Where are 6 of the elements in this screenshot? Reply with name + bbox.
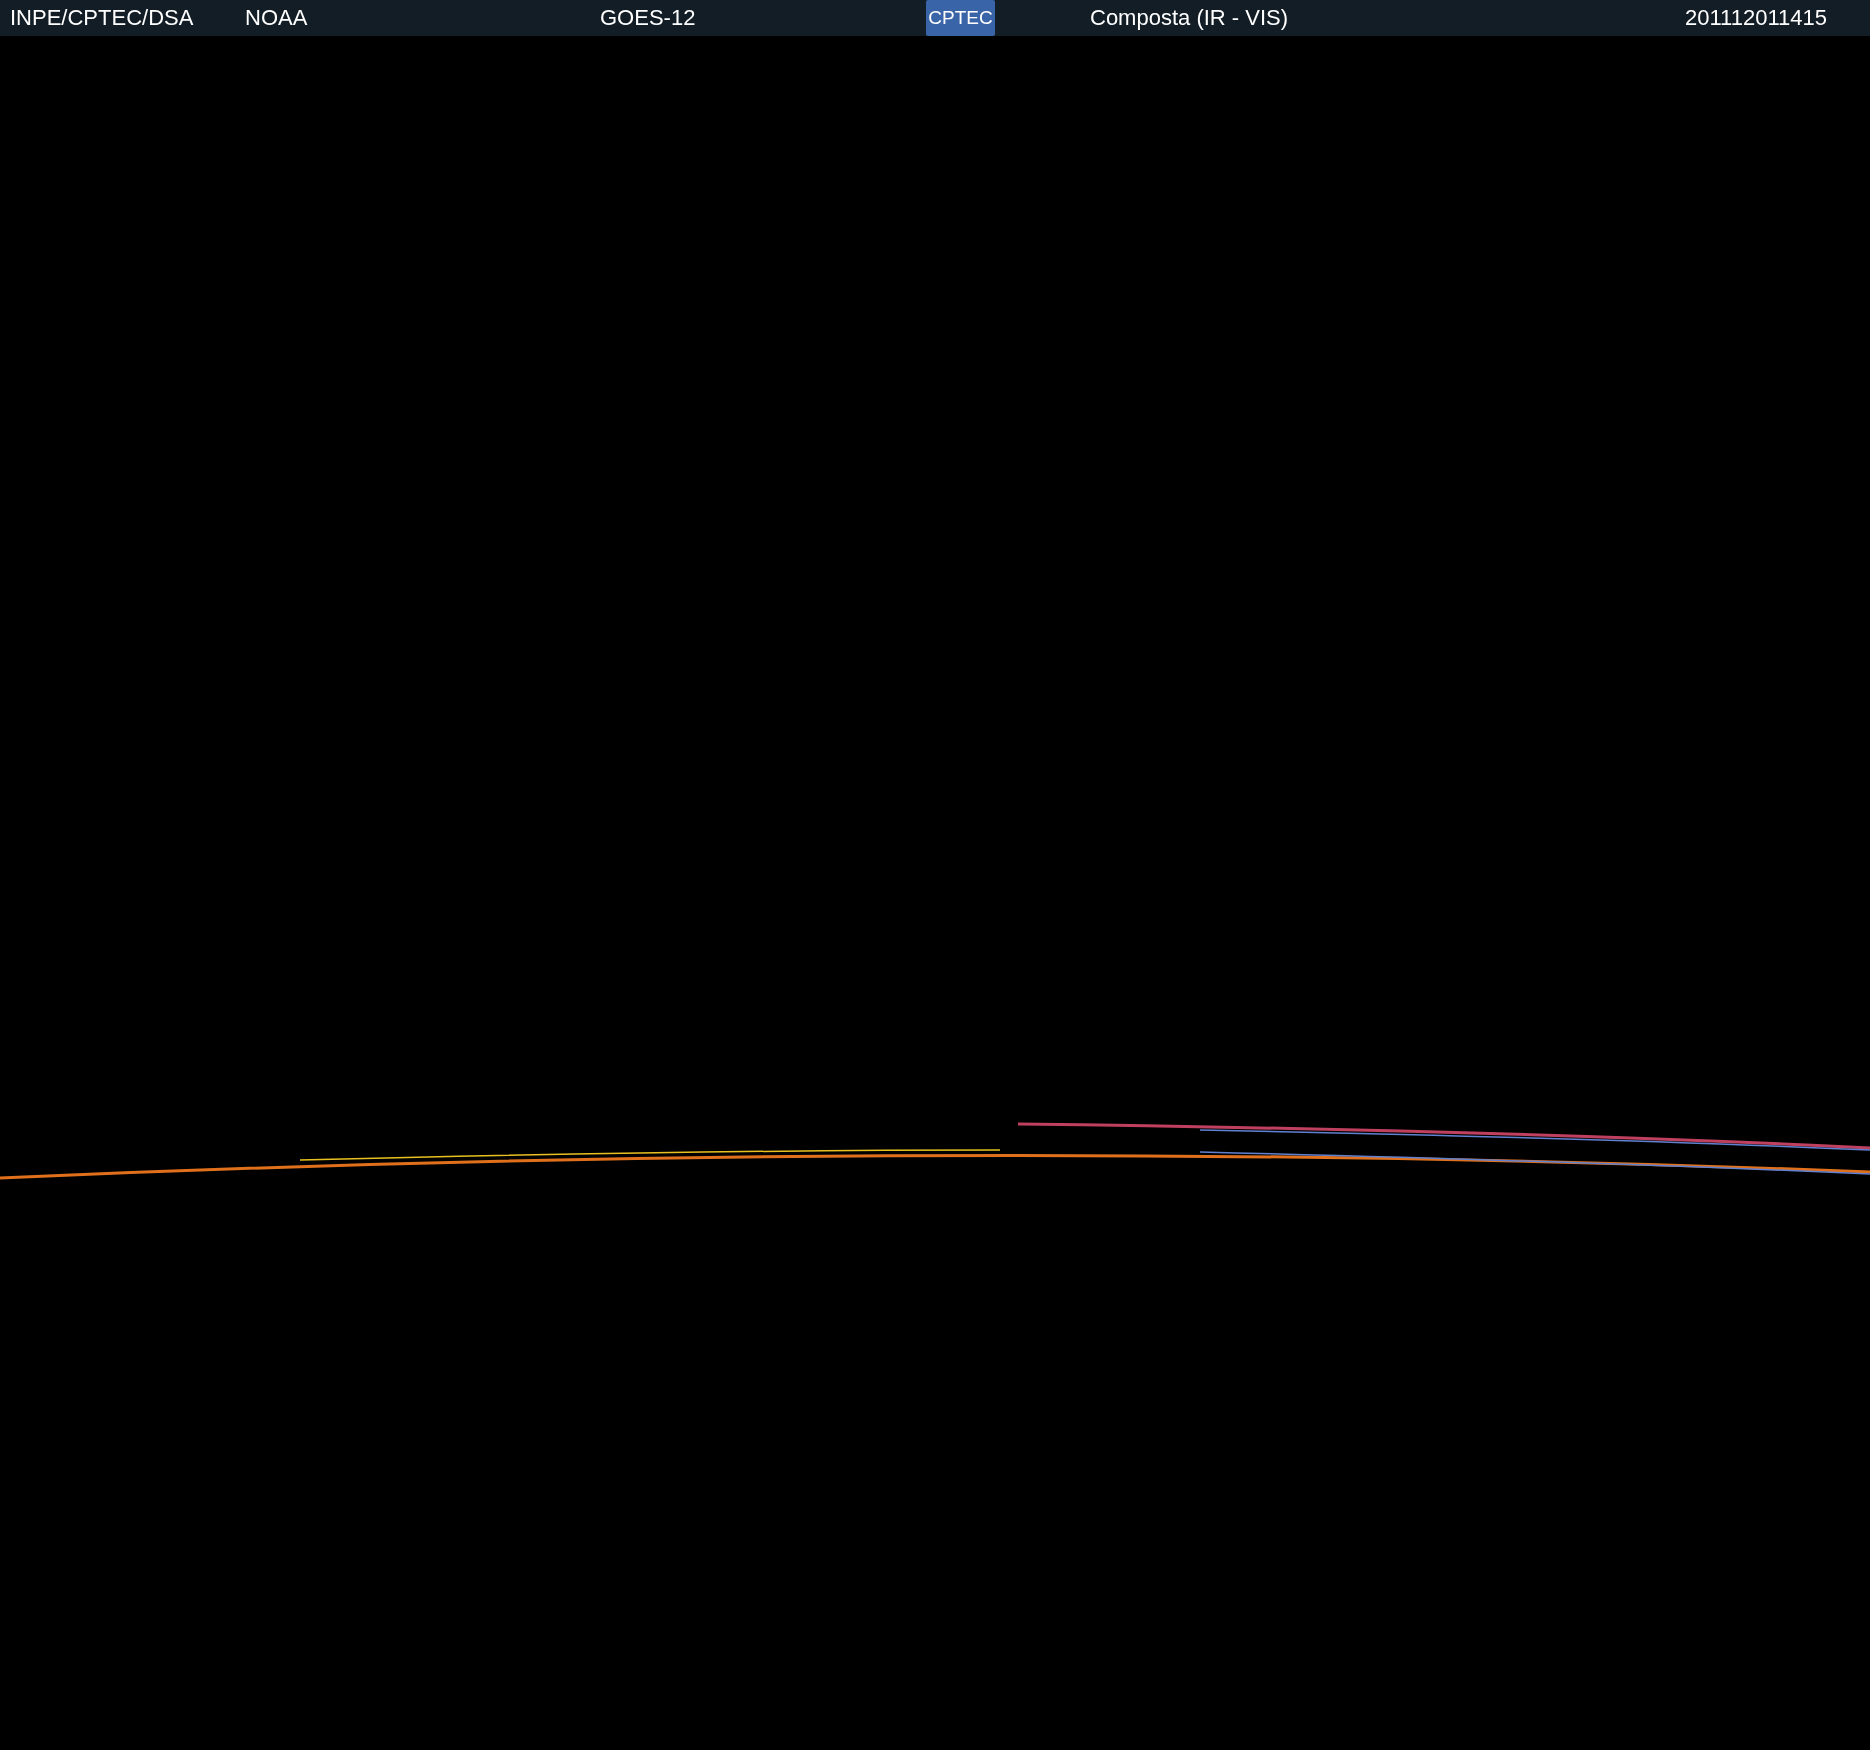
product-label: Composta (IR - VIS) [1090, 5, 1290, 31]
agency-label: NOAA [245, 5, 309, 31]
logo: CPTEC [926, 0, 995, 36]
source-label: INPE/CPTEC/DSA [10, 5, 195, 31]
timestamp-label: 201112011415 [1685, 5, 1827, 31]
satellite-label: GOES-12 [600, 5, 697, 31]
